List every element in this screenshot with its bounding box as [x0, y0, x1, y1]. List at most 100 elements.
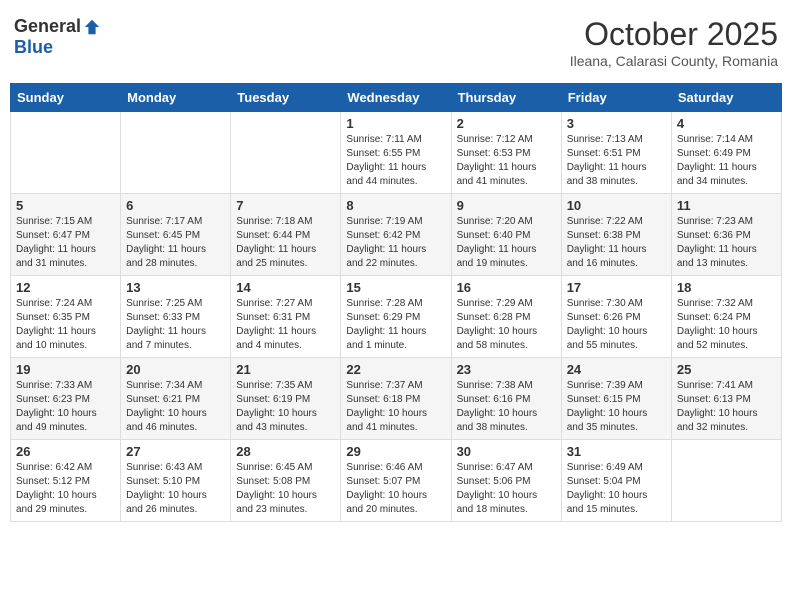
calendar-week-row: 5 Sunrise: 7:15 AM Sunset: 6:47 PM Daylig…	[11, 194, 782, 276]
day-number: 6	[126, 198, 225, 213]
calendar-cell: 29 Sunrise: 6:46 AM Sunset: 5:07 PM Dayli…	[341, 440, 451, 522]
calendar-week-row: 26 Sunrise: 6:42 AM Sunset: 5:12 PM Dayli…	[11, 440, 782, 522]
weekday-header-row: SundayMondayTuesdayWednesdayThursdayFrid…	[11, 84, 782, 112]
day-number: 19	[16, 362, 115, 377]
calendar-cell: 11Sunrise: 7:23 AM Sunset: 6:36 PM Dayli…	[671, 194, 781, 276]
day-number: 9	[457, 198, 556, 213]
day-info: Sunrise: 7:14 AM Sunset: 6:49 PM Dayligh…	[677, 133, 776, 189]
day-info: Sunrise: 7:34 AM Sunset: 6:21 PM Dayligh…	[126, 379, 225, 435]
day-info: Sunrise: 7:24 AM Sunset: 6:35 PM Dayligh…	[16, 297, 115, 353]
day-number: 24	[567, 362, 666, 377]
day-number: 17	[567, 280, 666, 295]
day-info: Sunrise: 7:27 AM Sunset: 6:31 PM Dayligh…	[236, 297, 335, 353]
day-number: 14	[236, 280, 335, 295]
day-number: 21	[236, 362, 335, 377]
calendar-week-row: 19 Sunrise: 7:33 AM Sunset: 6:23 PM Dayli…	[11, 358, 782, 440]
day-info: Sunrise: 7:29 AM Sunset: 6:28 PM Dayligh…	[457, 297, 556, 353]
calendar-cell: 10 Sunrise: 7:22 AM Sunset: 6:38 PM Dayli…	[561, 194, 671, 276]
day-info: Sunrise: 6:46 AM Sunset: 5:07 PM Dayligh…	[346, 461, 445, 517]
calendar-cell: 14 Sunrise: 7:27 AM Sunset: 6:31 PM Dayli…	[231, 276, 341, 358]
weekday-header-wednesday: Wednesday	[341, 84, 451, 112]
day-number: 25	[677, 362, 776, 377]
day-info: Sunrise: 7:22 AM Sunset: 6:38 PM Dayligh…	[567, 215, 666, 271]
day-info: Sunrise: 7:37 AM Sunset: 6:18 PM Dayligh…	[346, 379, 445, 435]
calendar-cell: 30Sunrise: 6:47 AM Sunset: 5:06 PM Dayli…	[451, 440, 561, 522]
calendar-cell: 9 Sunrise: 7:20 AM Sunset: 6:40 PM Daylig…	[451, 194, 561, 276]
calendar-cell: 5 Sunrise: 7:15 AM Sunset: 6:47 PM Daylig…	[11, 194, 121, 276]
location-subtitle: Ileana, Calarasi County, Romania	[570, 53, 778, 69]
logo-blue: Blue	[14, 37, 53, 58]
weekday-header-saturday: Saturday	[671, 84, 781, 112]
calendar-week-row: 1 Sunrise: 7:11 AM Sunset: 6:55 PM Daylig…	[11, 112, 782, 194]
calendar-cell: 15Sunrise: 7:28 AM Sunset: 6:29 PM Dayli…	[341, 276, 451, 358]
day-number: 4	[677, 116, 776, 131]
logo-icon	[83, 18, 101, 36]
day-number: 23	[457, 362, 556, 377]
day-number: 1	[346, 116, 445, 131]
day-number: 18	[677, 280, 776, 295]
page-header: General Blue October 2025 Ileana, Calara…	[10, 10, 782, 75]
day-number: 29	[346, 444, 445, 459]
calendar-cell: 7 Sunrise: 7:18 AM Sunset: 6:44 PM Daylig…	[231, 194, 341, 276]
weekday-header-tuesday: Tuesday	[231, 84, 341, 112]
calendar-table: SundayMondayTuesdayWednesdayThursdayFrid…	[10, 83, 782, 522]
calendar-cell: 3 Sunrise: 7:13 AM Sunset: 6:51 PM Daylig…	[561, 112, 671, 194]
calendar-cell: 23 Sunrise: 7:38 AM Sunset: 6:16 PM Dayli…	[451, 358, 561, 440]
day-info: Sunrise: 7:25 AM Sunset: 6:33 PM Dayligh…	[126, 297, 225, 353]
day-info: Sunrise: 7:41 AM Sunset: 6:13 PM Dayligh…	[677, 379, 776, 435]
day-number: 28	[236, 444, 335, 459]
day-info: Sunrise: 7:33 AM Sunset: 6:23 PM Dayligh…	[16, 379, 115, 435]
calendar-cell: 26 Sunrise: 6:42 AM Sunset: 5:12 PM Dayli…	[11, 440, 121, 522]
day-info: Sunrise: 7:39 AM Sunset: 6:15 PM Dayligh…	[567, 379, 666, 435]
day-info: Sunrise: 7:15 AM Sunset: 6:47 PM Dayligh…	[16, 215, 115, 271]
weekday-header-sunday: Sunday	[11, 84, 121, 112]
calendar-cell: 27Sunrise: 6:43 AM Sunset: 5:10 PM Dayli…	[121, 440, 231, 522]
calendar-cell: 24 Sunrise: 7:39 AM Sunset: 6:15 PM Dayli…	[561, 358, 671, 440]
day-number: 27	[126, 444, 225, 459]
logo-general: General	[14, 16, 81, 37]
day-number: 20	[126, 362, 225, 377]
day-number: 22	[346, 362, 445, 377]
day-info: Sunrise: 6:47 AM Sunset: 5:06 PM Dayligh…	[457, 461, 556, 517]
weekday-header-thursday: Thursday	[451, 84, 561, 112]
calendar-cell	[671, 440, 781, 522]
day-number: 8	[346, 198, 445, 213]
day-info: Sunrise: 7:11 AM Sunset: 6:55 PM Dayligh…	[346, 133, 445, 189]
calendar-cell: 31Sunrise: 6:49 AM Sunset: 5:04 PM Dayli…	[561, 440, 671, 522]
calendar-cell: 28Sunrise: 6:45 AM Sunset: 5:08 PM Dayli…	[231, 440, 341, 522]
calendar-cell: 2Sunrise: 7:12 AM Sunset: 6:53 PM Daylig…	[451, 112, 561, 194]
calendar-cell: 25 Sunrise: 7:41 AM Sunset: 6:13 PM Dayli…	[671, 358, 781, 440]
weekday-header-friday: Friday	[561, 84, 671, 112]
day-info: Sunrise: 7:20 AM Sunset: 6:40 PM Dayligh…	[457, 215, 556, 271]
day-number: 13	[126, 280, 225, 295]
calendar-cell: 1 Sunrise: 7:11 AM Sunset: 6:55 PM Daylig…	[341, 112, 451, 194]
day-info: Sunrise: 6:42 AM Sunset: 5:12 PM Dayligh…	[16, 461, 115, 517]
day-number: 3	[567, 116, 666, 131]
calendar-cell: 19 Sunrise: 7:33 AM Sunset: 6:23 PM Dayli…	[11, 358, 121, 440]
month-title: October 2025	[570, 16, 778, 53]
day-number: 26	[16, 444, 115, 459]
day-info: Sunrise: 7:32 AM Sunset: 6:24 PM Dayligh…	[677, 297, 776, 353]
calendar-cell: 21 Sunrise: 7:35 AM Sunset: 6:19 PM Dayli…	[231, 358, 341, 440]
calendar-cell: 20 Sunrise: 7:34 AM Sunset: 6:21 PM Dayli…	[121, 358, 231, 440]
day-info: Sunrise: 7:35 AM Sunset: 6:19 PM Dayligh…	[236, 379, 335, 435]
day-info: Sunrise: 7:38 AM Sunset: 6:16 PM Dayligh…	[457, 379, 556, 435]
calendar-cell: 18 Sunrise: 7:32 AM Sunset: 6:24 PM Dayli…	[671, 276, 781, 358]
day-number: 12	[16, 280, 115, 295]
day-info: Sunrise: 7:19 AM Sunset: 6:42 PM Dayligh…	[346, 215, 445, 271]
calendar-cell: 8 Sunrise: 7:19 AM Sunset: 6:42 PM Daylig…	[341, 194, 451, 276]
day-number: 15	[346, 280, 445, 295]
day-number: 7	[236, 198, 335, 213]
day-info: Sunrise: 6:49 AM Sunset: 5:04 PM Dayligh…	[567, 461, 666, 517]
calendar-cell: 13 Sunrise: 7:25 AM Sunset: 6:33 PM Dayli…	[121, 276, 231, 358]
day-info: Sunrise: 7:13 AM Sunset: 6:51 PM Dayligh…	[567, 133, 666, 189]
calendar-cell: 6 Sunrise: 7:17 AM Sunset: 6:45 PM Daylig…	[121, 194, 231, 276]
day-info: Sunrise: 7:30 AM Sunset: 6:26 PM Dayligh…	[567, 297, 666, 353]
day-info: Sunrise: 7:18 AM Sunset: 6:44 PM Dayligh…	[236, 215, 335, 271]
calendar-cell: 22 Sunrise: 7:37 AM Sunset: 6:18 PM Dayli…	[341, 358, 451, 440]
day-number: 11	[677, 198, 776, 213]
calendar-cell: 17 Sunrise: 7:30 AM Sunset: 6:26 PM Dayli…	[561, 276, 671, 358]
day-info: Sunrise: 7:17 AM Sunset: 6:45 PM Dayligh…	[126, 215, 225, 271]
day-number: 10	[567, 198, 666, 213]
day-number: 5	[16, 198, 115, 213]
